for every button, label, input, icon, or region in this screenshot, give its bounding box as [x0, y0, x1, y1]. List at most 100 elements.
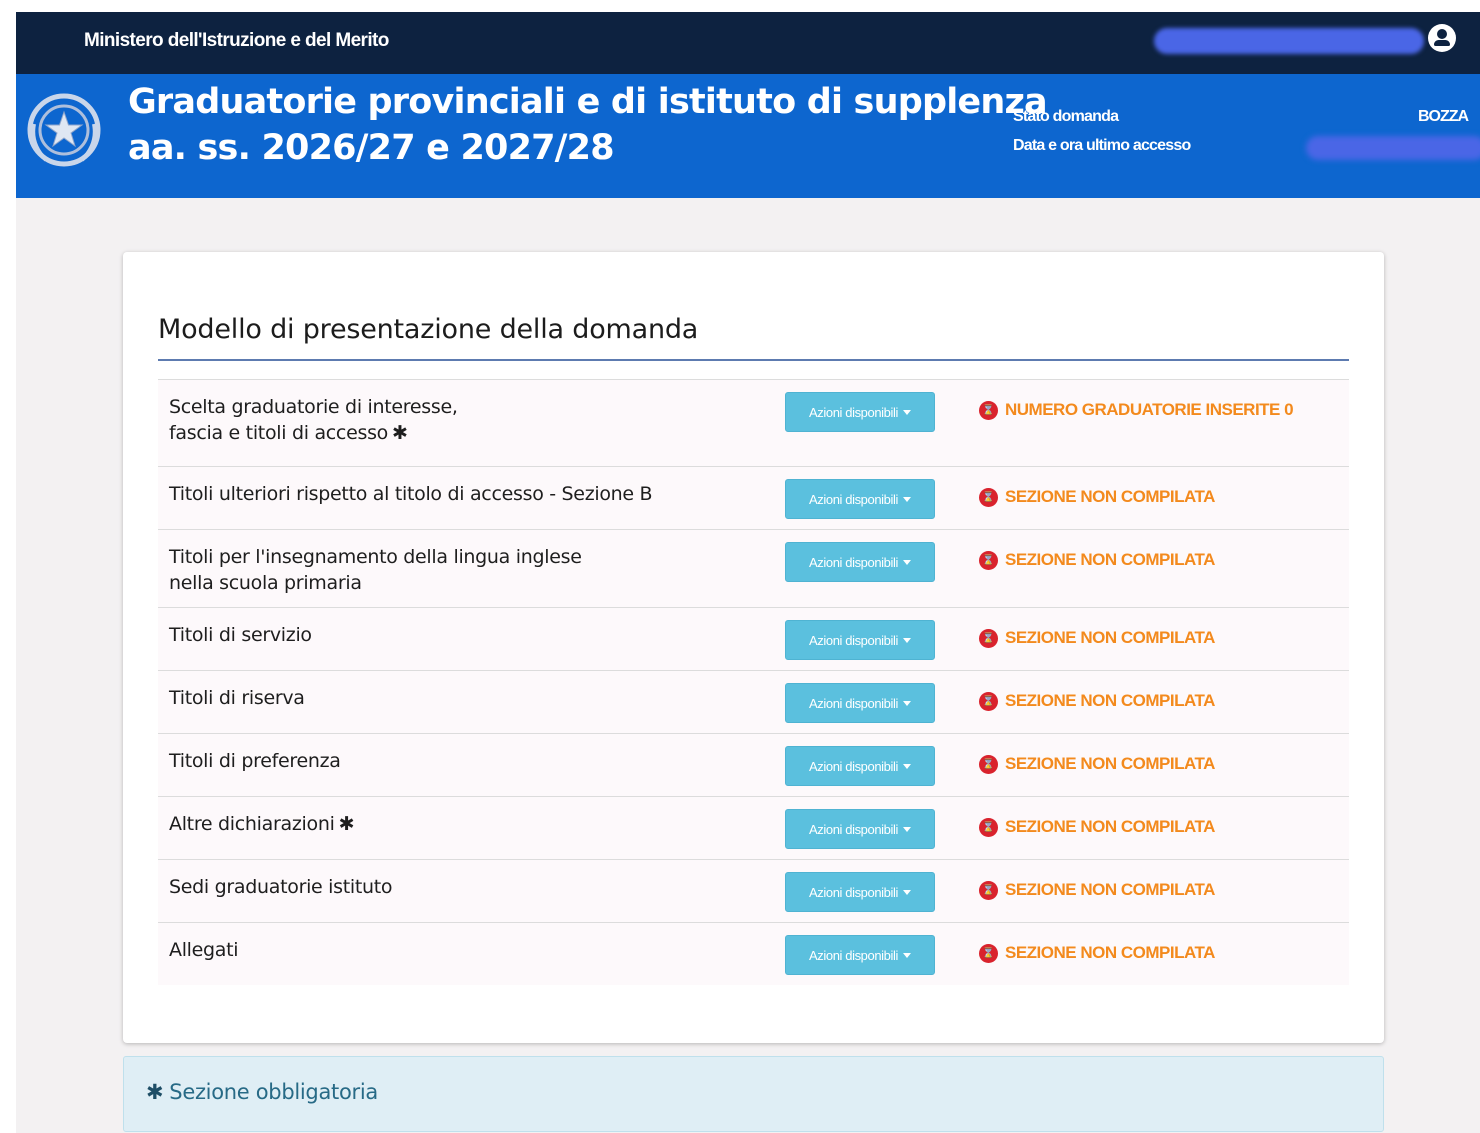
azioni-disponibili-button[interactable]: Azioni disponibili — [785, 479, 935, 519]
section-label-line1: Titoli di servizio — [169, 624, 312, 646]
azioni-disponibili-label: Azioni disponibili — [809, 821, 898, 837]
section-row: Titoli per l'insegnamento della lingua i… — [158, 529, 1349, 607]
section-label: Allegati — [169, 937, 729, 963]
title-divider — [158, 359, 1349, 361]
caret-down-icon — [902, 952, 911, 958]
caret-down-icon — [902, 409, 911, 415]
application-form-card: Modello di presentazione della domanda S… — [123, 252, 1384, 1043]
section-label-line1: Altre dichiarazioni — [169, 813, 335, 835]
azioni-disponibili-button[interactable]: Azioni disponibili — [785, 935, 935, 975]
azioni-disponibili-label: Azioni disponibili — [809, 404, 898, 420]
section-label: Sedi graduatorie istituto — [169, 874, 729, 900]
required-legend-label: Sezione obbligatoria — [169, 1080, 378, 1104]
ultimo-accesso-redacted — [1306, 136, 1480, 160]
section-status: ⌛ SEZIONE NON COMPILATA — [979, 487, 1215, 507]
sections-table: Scelta graduatorie di interesse, fascia e… — [158, 379, 1349, 985]
top-bar: Ministero dell'Istruzione e del Merito — [16, 12, 1480, 74]
required-asterisk-icon: ✱ — [392, 422, 408, 444]
section-label-line1: Allegati — [169, 939, 239, 961]
section-row: Titoli di riserva Azioni disponibili ⌛ SEZI… — [158, 670, 1349, 733]
section-label: Titoli di preferenza — [169, 748, 729, 774]
ultimo-accesso-label: Data e ora ultimo accesso — [1013, 137, 1191, 154]
app-title-line2: aa. ss. 2026/27 e 2027/28 — [128, 128, 615, 168]
section-status-text: SEZIONE NON COMPILATA — [1005, 880, 1215, 899]
user-circle-icon[interactable] — [1428, 24, 1456, 52]
error-circle-icon: ⌛ — [979, 628, 998, 648]
section-row: Sedi graduatorie istituto Azioni disponib… — [158, 859, 1349, 922]
section-row: Titoli di servizio Azioni disponibili ⌛ SEZ… — [158, 607, 1349, 670]
azioni-disponibili-label: Azioni disponibili — [809, 758, 898, 774]
required-legend-text: ✱ Sezione obbligatoria — [146, 1080, 378, 1104]
section-status: ⌛ SEZIONE NON COMPILATA — [979, 691, 1215, 711]
azioni-disponibili-button[interactable]: Azioni disponibili — [785, 392, 935, 432]
section-label: Titoli di riserva — [169, 685, 729, 711]
section-status: ⌛ SEZIONE NON COMPILATA — [979, 880, 1215, 900]
section-status: ⌛ SEZIONE NON COMPILATA — [979, 754, 1215, 774]
section-row: Altre dichiarazioni ✱ Azioni disponibili ⌛ S… — [158, 796, 1349, 859]
azioni-disponibili-button[interactable]: Azioni disponibili — [785, 620, 935, 660]
section-row: Titoli di preferenza Azioni disponibili ⌛ S… — [158, 733, 1349, 796]
section-status-text: NUMERO GRADUATORIE INSERITE 0 — [1005, 400, 1294, 419]
section-status: ⌛ SEZIONE NON COMPILATA — [979, 550, 1215, 570]
azioni-disponibili-label: Azioni disponibili — [809, 491, 898, 507]
section-label: Altre dichiarazioni ✱ — [169, 811, 729, 837]
section-row: Scelta graduatorie di interesse, fascia e… — [158, 379, 1349, 466]
error-circle-icon: ⌛ — [979, 487, 998, 507]
section-label-line1: Titoli di preferenza — [169, 750, 341, 772]
section-label-line1: Titoli ulteriori rispetto al titolo di a… — [169, 483, 653, 505]
azioni-disponibili-button[interactable]: Azioni disponibili — [785, 746, 935, 786]
error-circle-icon: ⌛ — [979, 754, 998, 774]
section-status: ⌛ SEZIONE NON COMPILATA — [979, 628, 1215, 648]
user-name-redacted — [1154, 28, 1424, 54]
caret-down-icon — [902, 637, 911, 643]
stato-domanda-label: Stato domanda — [1013, 108, 1119, 125]
required-asterisk-icon: ✱ — [338, 813, 355, 835]
section-row: Allegati Azioni disponibili ⌛ SEZIONE NON C… — [158, 922, 1349, 985]
caret-down-icon — [902, 559, 911, 565]
section-label-line1: Sedi graduatorie istituto — [169, 876, 393, 898]
section-row: Titoli ulteriori rispetto al titolo di a… — [158, 466, 1349, 529]
caret-down-icon — [902, 889, 911, 895]
section-status: ⌛ SEZIONE NON COMPILATA — [979, 817, 1215, 837]
section-status: ⌛ SEZIONE NON COMPILATA — [979, 943, 1215, 963]
section-status-text: SEZIONE NON COMPILATA — [1005, 817, 1215, 836]
caret-down-icon — [902, 496, 911, 502]
app-title-line1: Graduatorie provinciali e di istituto di… — [128, 82, 1048, 122]
azioni-disponibili-label: Azioni disponibili — [809, 947, 898, 963]
section-label: Titoli per l'insegnamento della lingua i… — [169, 544, 729, 596]
section-label-line1: Scelta graduatorie di interesse, — [169, 396, 458, 418]
section-label: Scelta graduatorie di interesse, fascia e… — [169, 394, 729, 446]
section-label: Titoli ulteriori rispetto al titolo di a… — [169, 481, 729, 507]
azioni-disponibili-label: Azioni disponibili — [809, 632, 898, 648]
required-asterisk-icon: ✱ — [146, 1080, 164, 1104]
app-header: Graduatorie provinciali e di istituto di… — [16, 74, 1480, 198]
page: Ministero dell'Istruzione e del Merito G… — [16, 12, 1480, 1133]
section-status-text: SEZIONE NON COMPILATA — [1005, 691, 1215, 710]
error-circle-icon: ⌛ — [979, 817, 998, 837]
section-label-line2: nella scuola primaria — [169, 572, 362, 594]
caret-down-icon — [902, 700, 911, 706]
caret-down-icon — [902, 826, 911, 832]
required-legend: ✱ Sezione obbligatoria — [123, 1056, 1384, 1132]
section-status-text: SEZIONE NON COMPILATA — [1005, 943, 1215, 962]
section-status-text: SEZIONE NON COMPILATA — [1005, 628, 1215, 647]
azioni-disponibili-button[interactable]: Azioni disponibili — [785, 809, 935, 849]
section-status: ⌛ NUMERO GRADUATORIE INSERITE 0 — [979, 400, 1294, 420]
section-status-text: SEZIONE NON COMPILATA — [1005, 754, 1215, 773]
error-circle-icon: ⌛ — [979, 880, 998, 900]
section-label: Titoli di servizio — [169, 622, 729, 648]
section-label-line1: Titoli per l'insegnamento della lingua i… — [169, 546, 582, 568]
azioni-disponibili-button[interactable]: Azioni disponibili — [785, 542, 935, 582]
azioni-disponibili-label: Azioni disponibili — [809, 695, 898, 711]
caret-down-icon — [902, 763, 911, 769]
republic-emblem-icon — [27, 93, 101, 167]
section-label-line2: fascia e titoli di accesso — [169, 422, 388, 444]
azioni-disponibili-label: Azioni disponibili — [809, 554, 898, 570]
error-circle-icon: ⌛ — [979, 550, 998, 570]
azioni-disponibili-label: Azioni disponibili — [809, 884, 898, 900]
error-circle-icon: ⌛ — [979, 943, 998, 963]
error-circle-icon: ⌛ — [979, 691, 998, 711]
section-status-text: SEZIONE NON COMPILATA — [1005, 487, 1215, 506]
azioni-disponibili-button[interactable]: Azioni disponibili — [785, 683, 935, 723]
azioni-disponibili-button[interactable]: Azioni disponibili — [785, 872, 935, 912]
